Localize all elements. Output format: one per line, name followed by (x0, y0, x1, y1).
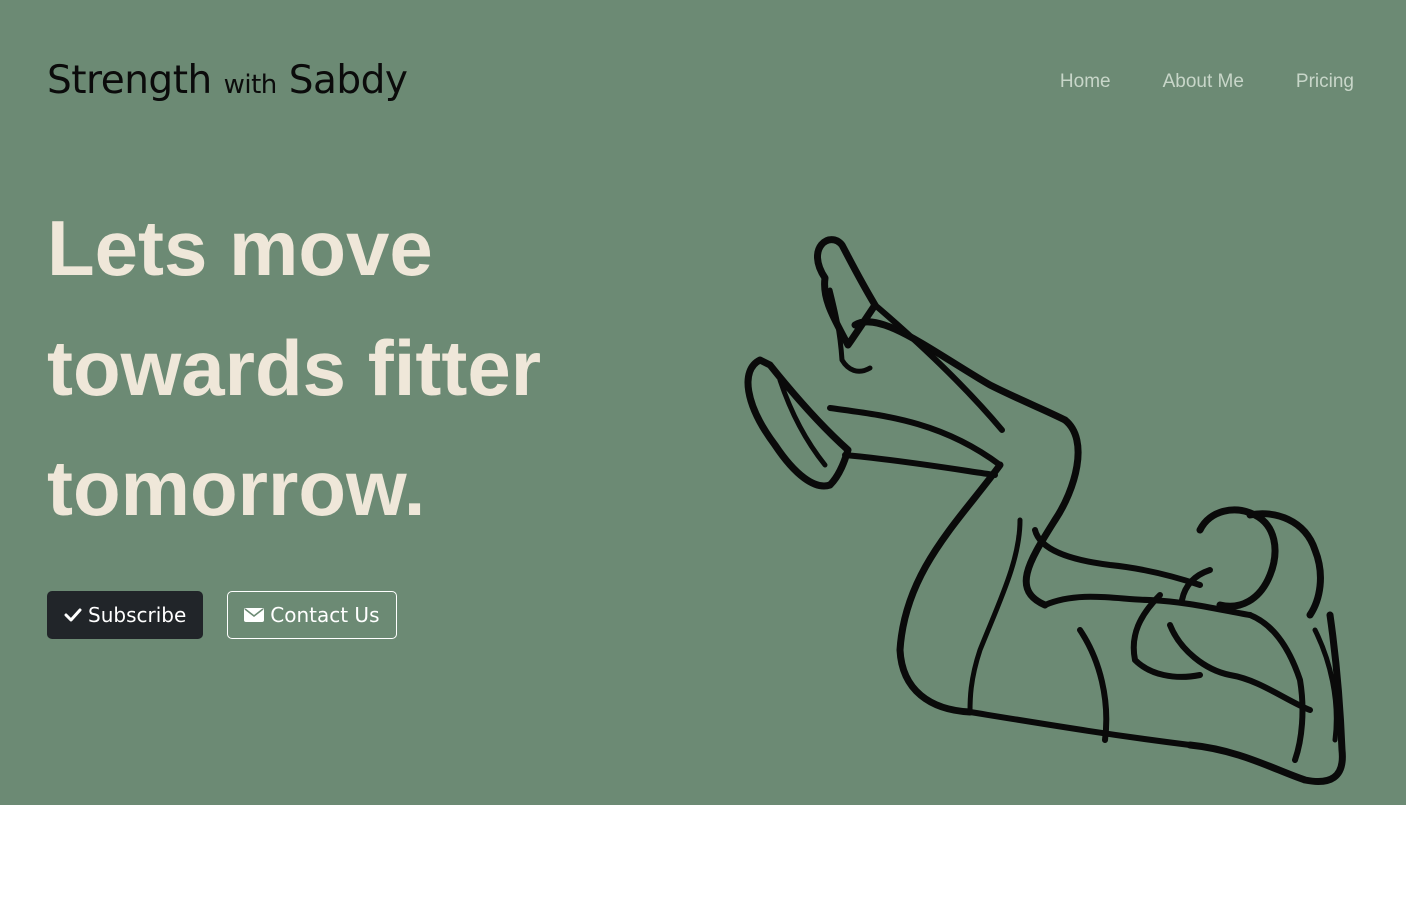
envelope-icon (244, 607, 265, 623)
contact-us-label: Contact Us (270, 603, 380, 627)
contact-us-button[interactable]: Contact Us (227, 591, 397, 639)
headline-line-3: tomorrow. (47, 444, 426, 532)
brand-part3: Sabdy (288, 58, 408, 103)
nav-home[interactable]: Home (1060, 71, 1111, 93)
crunch-exercise-illustration (744, 236, 1346, 785)
brand-part1: Strength (47, 58, 212, 103)
brand-logo[interactable]: Strength with Sabdy (47, 58, 408, 103)
hero-buttons: Subscribe Contact Us (47, 591, 397, 639)
nav-about-me[interactable]: About Me (1163, 71, 1244, 93)
headline-line-2: towards fitter (47, 324, 542, 412)
check-icon (64, 607, 82, 623)
hero-section: Strength with Sabdy Home About Me Pricin… (0, 0, 1406, 805)
headline-line-1: Lets move (47, 204, 433, 292)
subscribe-button[interactable]: Subscribe (47, 591, 204, 639)
subscribe-label: Subscribe (88, 603, 187, 627)
brand-part2: with (223, 70, 278, 100)
hero-headline: Lets move towards fitter tomorrow. (47, 188, 541, 548)
nav-pricing[interactable]: Pricing (1296, 71, 1354, 93)
main-nav: Home About Me Pricing (1060, 71, 1354, 93)
